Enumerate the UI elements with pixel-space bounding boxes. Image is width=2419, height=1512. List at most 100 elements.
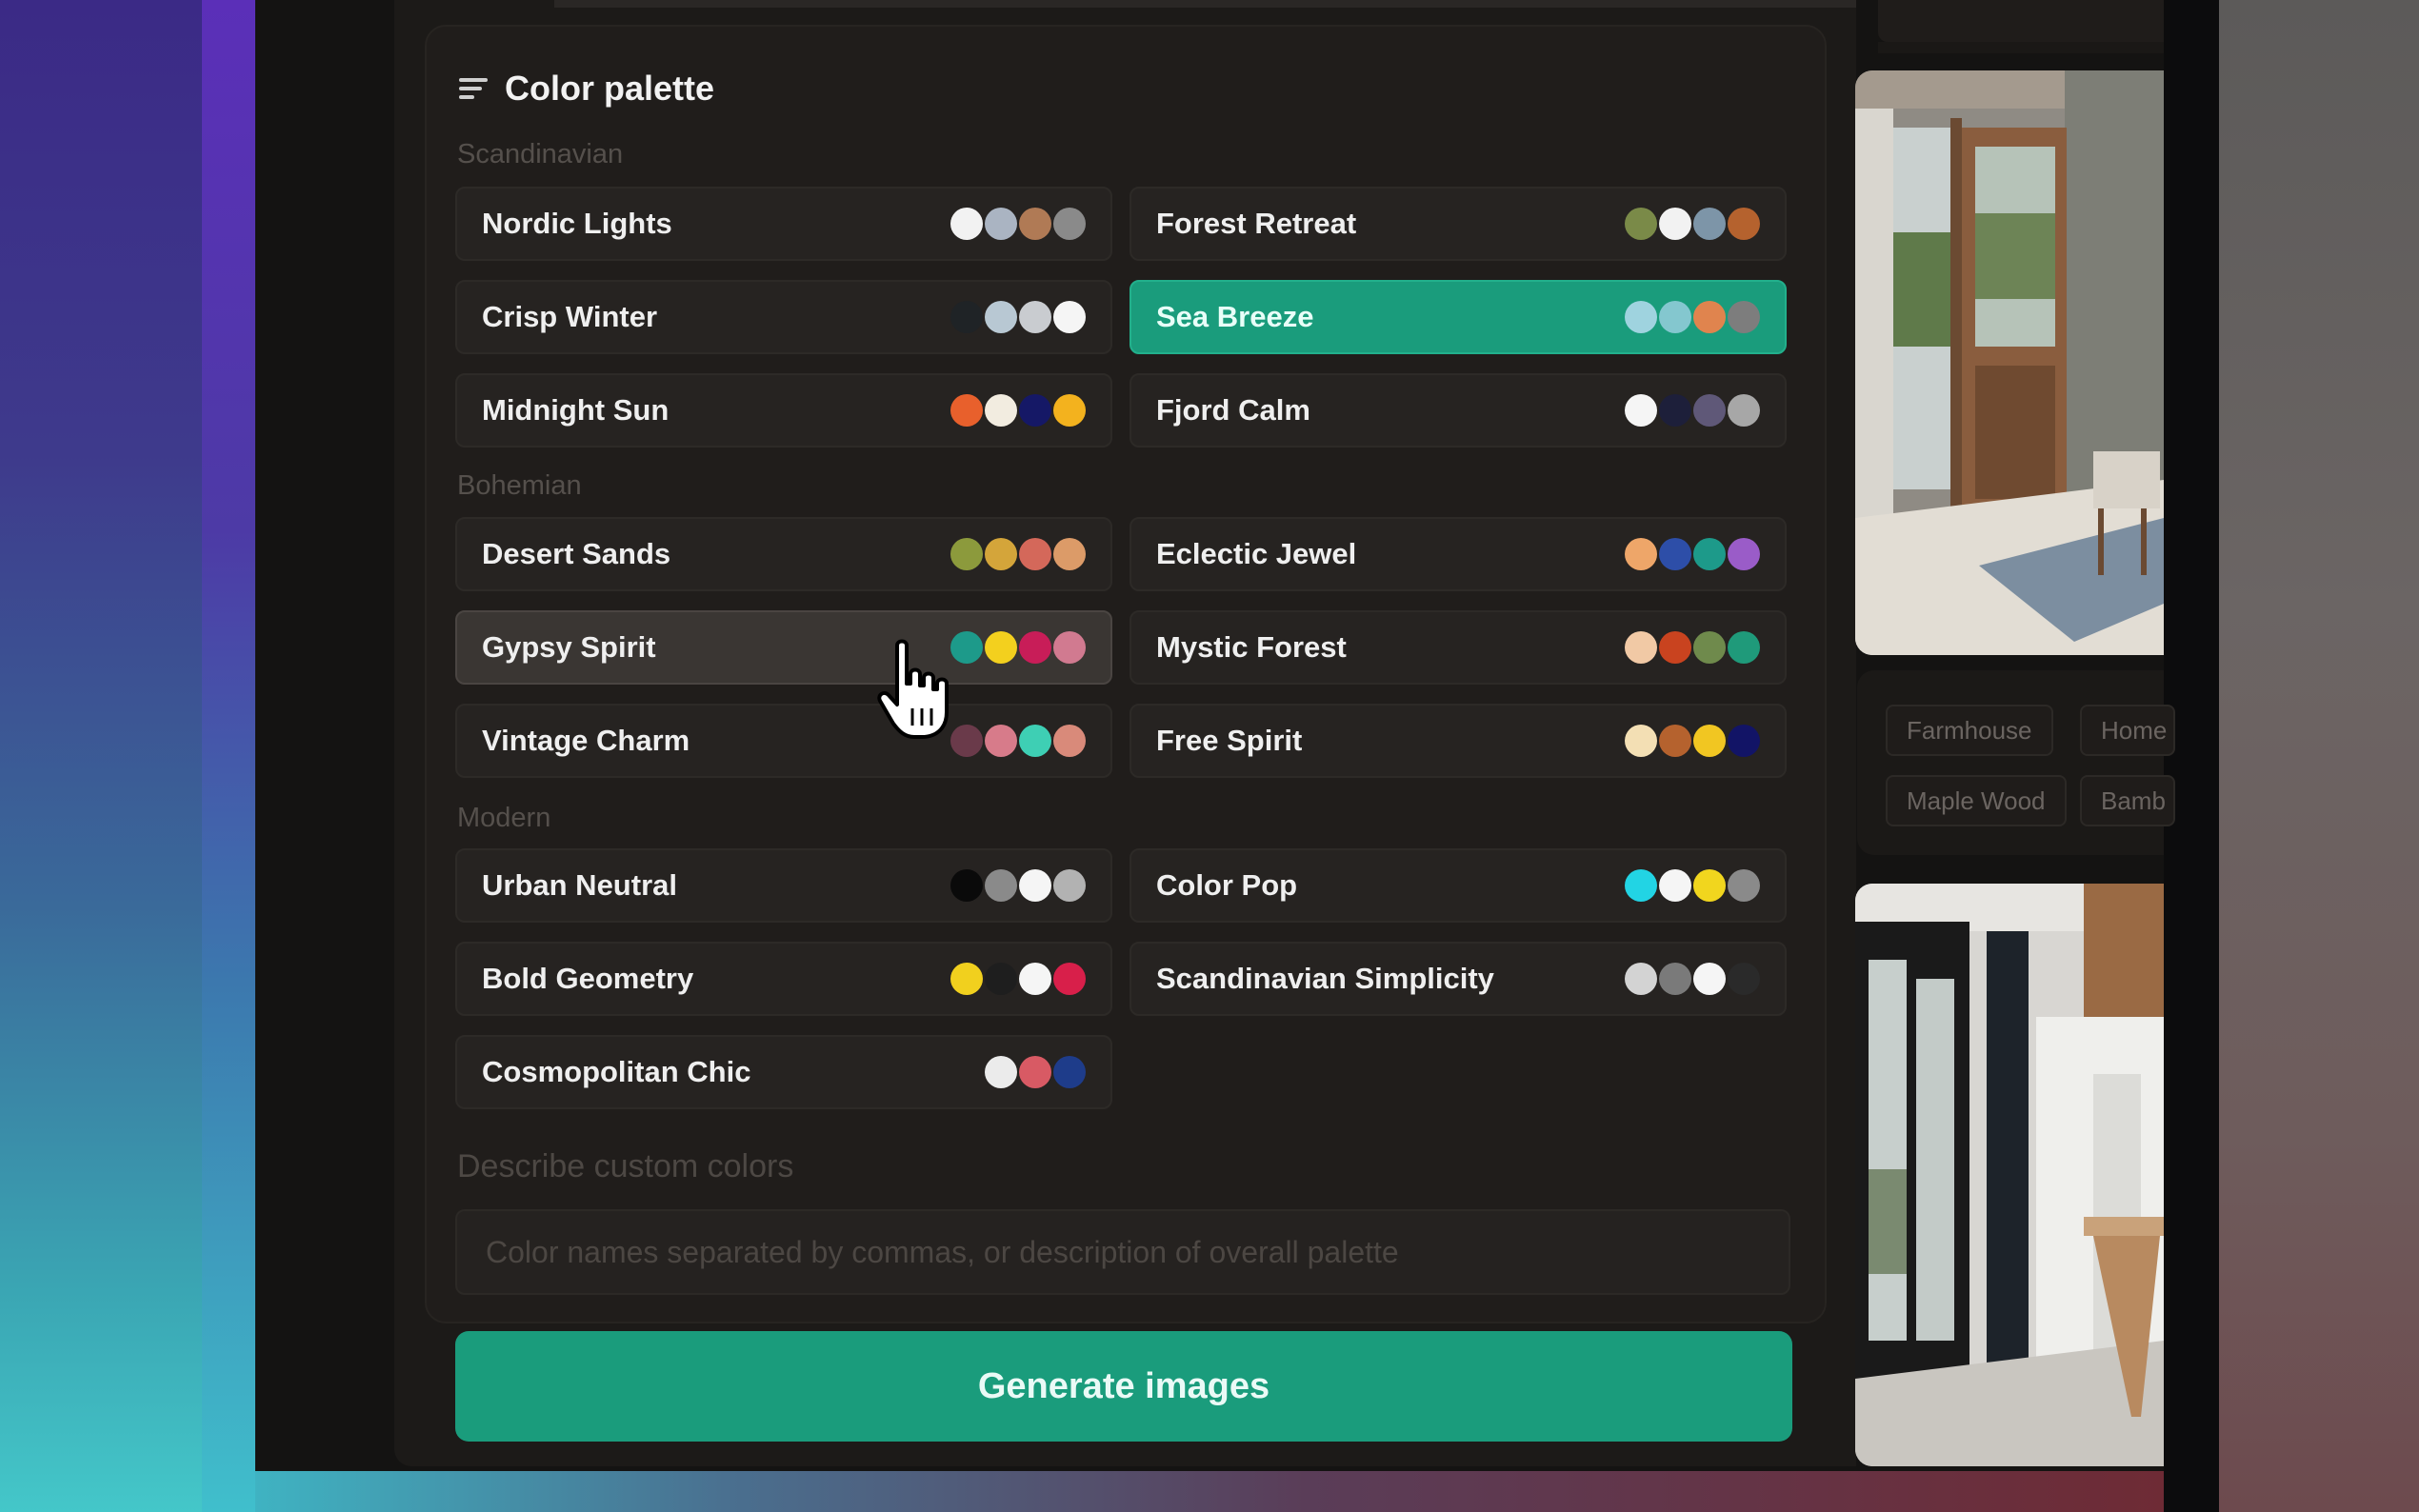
color-swatch bbox=[1728, 869, 1760, 902]
background-bottom bbox=[255, 1471, 2164, 1512]
group-label-scandinavian: Scandinavian bbox=[457, 139, 624, 169]
palette-swatches bbox=[1623, 725, 1760, 757]
generate-images-button[interactable]: Generate images bbox=[455, 1331, 1792, 1442]
color-swatch bbox=[950, 301, 983, 333]
color-swatch bbox=[985, 394, 1017, 427]
palette-swatches bbox=[1623, 631, 1760, 664]
palette-option[interactable]: Gypsy Spirit bbox=[455, 610, 1112, 685]
group-label-bohemian: Bohemian bbox=[457, 470, 582, 501]
tag-bamboo[interactable]: Bamb bbox=[2080, 775, 2175, 826]
palette-name: Gypsy Spirit bbox=[482, 630, 656, 664]
color-swatch bbox=[1728, 631, 1760, 664]
palette-option[interactable]: Free Spirit bbox=[1130, 704, 1787, 778]
color-swatch bbox=[1659, 208, 1691, 240]
color-swatch bbox=[1659, 301, 1691, 333]
color-swatch bbox=[1019, 963, 1051, 995]
color-swatch bbox=[1053, 963, 1086, 995]
results-top-bar bbox=[1878, 0, 2164, 42]
palette-option[interactable]: Desert Sands bbox=[455, 517, 1112, 591]
color-swatch bbox=[950, 963, 983, 995]
palette-name: Scandinavian Simplicity bbox=[1156, 962, 1494, 995]
palette-name: Mystic Forest bbox=[1156, 630, 1347, 664]
palette-option[interactable]: Urban Neutral bbox=[455, 848, 1112, 923]
color-swatch bbox=[950, 538, 983, 570]
palette-swatches bbox=[949, 725, 1086, 757]
palette-swatches bbox=[1623, 301, 1760, 333]
color-swatch bbox=[985, 963, 1017, 995]
palette-name: Free Spirit bbox=[1156, 724, 1303, 757]
palette-name: Crisp Winter bbox=[482, 300, 658, 333]
color-swatch bbox=[1693, 631, 1726, 664]
color-swatch bbox=[1659, 725, 1691, 757]
color-swatch bbox=[1728, 725, 1760, 757]
palette-swatches bbox=[1623, 538, 1760, 570]
color-swatch bbox=[1693, 963, 1726, 995]
generated-image-2[interactable] bbox=[1855, 884, 2164, 1466]
color-swatch bbox=[1659, 631, 1691, 664]
color-swatch bbox=[1053, 538, 1086, 570]
palette-swatches bbox=[949, 394, 1086, 427]
color-swatch bbox=[1019, 869, 1051, 902]
list-icon bbox=[459, 76, 488, 101]
palette-option[interactable]: Color Pop bbox=[1130, 848, 1787, 923]
color-swatch bbox=[1019, 1056, 1051, 1088]
color-swatch bbox=[1659, 538, 1691, 570]
palette-option[interactable]: Midnight Sun bbox=[455, 373, 1112, 448]
color-swatch bbox=[1053, 208, 1086, 240]
background-right bbox=[2219, 0, 2419, 1512]
palette-name: Midnight Sun bbox=[482, 393, 670, 427]
palette-swatches bbox=[1623, 869, 1760, 902]
palette-option[interactable]: Mystic Forest bbox=[1130, 610, 1787, 685]
palette-name: Bold Geometry bbox=[482, 962, 694, 995]
palette-option[interactable]: Nordic Lights bbox=[455, 187, 1112, 261]
tag-farmhouse[interactable]: Farmhouse bbox=[1886, 705, 2053, 756]
color-swatch bbox=[1693, 869, 1726, 902]
color-swatch bbox=[1019, 208, 1051, 240]
color-swatch bbox=[1019, 394, 1051, 427]
color-swatch bbox=[1625, 631, 1657, 664]
color-swatch bbox=[1659, 394, 1691, 427]
color-swatch bbox=[1625, 869, 1657, 902]
custom-colors-field[interactable] bbox=[455, 1209, 1790, 1295]
window-edge-right bbox=[2164, 0, 2219, 1512]
color-swatch bbox=[1053, 394, 1086, 427]
color-swatch bbox=[985, 208, 1017, 240]
palette-name: Desert Sands bbox=[482, 537, 671, 570]
custom-colors-input[interactable] bbox=[484, 1233, 1762, 1271]
palette-option[interactable]: Fjord Calm bbox=[1130, 373, 1787, 448]
style-tags: Farmhouse Home Maple Wood Bamb bbox=[1857, 670, 2175, 855]
color-swatch bbox=[1693, 301, 1726, 333]
palette-swatches bbox=[949, 963, 1086, 995]
palette-option[interactable]: Crisp Winter bbox=[455, 280, 1112, 354]
palette-option[interactable]: Scandinavian Simplicity bbox=[1130, 942, 1787, 1016]
color-swatch bbox=[1053, 725, 1086, 757]
color-swatch bbox=[1728, 301, 1760, 333]
generated-image-1[interactable] bbox=[1855, 70, 2164, 655]
color-swatch bbox=[1625, 208, 1657, 240]
palette-name: Urban Neutral bbox=[482, 868, 677, 902]
custom-colors-label: Describe custom colors bbox=[457, 1148, 794, 1184]
color-swatch bbox=[950, 394, 983, 427]
color-swatch bbox=[950, 869, 983, 902]
palette-swatches bbox=[949, 301, 1086, 333]
color-swatch bbox=[1625, 725, 1657, 757]
left-column bbox=[255, 0, 394, 1471]
tag-maple-wood[interactable]: Maple Wood bbox=[1886, 775, 2067, 826]
palette-option[interactable]: Eclectic Jewel bbox=[1130, 517, 1787, 591]
color-swatch bbox=[1053, 631, 1086, 664]
palette-option[interactable]: Bold Geometry bbox=[455, 942, 1112, 1016]
palette-name: Fjord Calm bbox=[1156, 393, 1310, 427]
palette-option[interactable]: Sea Breeze bbox=[1130, 280, 1787, 354]
palette-option[interactable]: Forest Retreat bbox=[1130, 187, 1787, 261]
tag-home[interactable]: Home bbox=[2080, 705, 2175, 756]
results-top-divider bbox=[1878, 42, 2164, 53]
color-swatch bbox=[1659, 869, 1691, 902]
palette-name: Cosmopolitan Chic bbox=[482, 1055, 751, 1088]
palette-option[interactable]: Vintage Charm bbox=[455, 704, 1112, 778]
color-swatch bbox=[1019, 538, 1051, 570]
color-swatch bbox=[1693, 208, 1726, 240]
section-header[interactable]: Color palette bbox=[459, 63, 714, 114]
color-swatch bbox=[950, 208, 983, 240]
palette-option[interactable]: Cosmopolitan Chic bbox=[455, 1035, 1112, 1109]
palette-name: Color Pop bbox=[1156, 868, 1298, 902]
